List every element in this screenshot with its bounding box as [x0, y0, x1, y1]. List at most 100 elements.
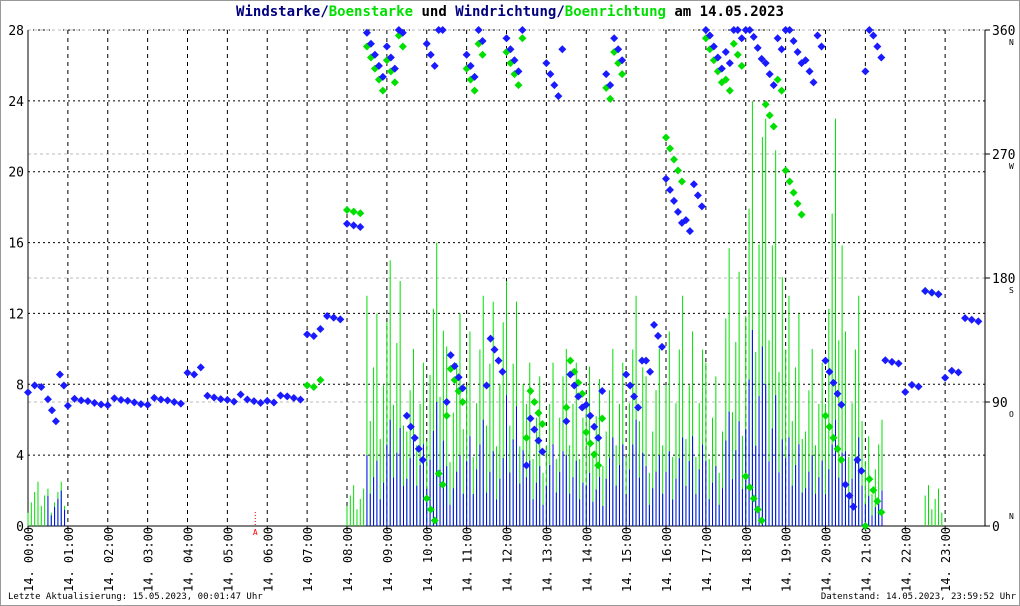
gust-direction-point [761, 100, 770, 109]
wind-direction-point [809, 78, 818, 87]
wind-direction-point [426, 50, 435, 59]
wind-direction-point [861, 67, 870, 76]
y2-tick-label: 0 [992, 520, 1000, 535]
x-tick-label: 14. 11:00 [461, 527, 475, 592]
compass-label: N [1009, 512, 1014, 521]
y2-tick-label: 360 [992, 24, 1015, 39]
gust-direction-point [662, 133, 670, 142]
wind-direction-point [833, 389, 842, 398]
x-tick-label: 14. 00:00 [22, 527, 36, 592]
wind-direction-point [907, 380, 916, 389]
wind-direction-point [934, 290, 943, 299]
x-tick-label: 14. 16:00 [660, 527, 674, 592]
wind-direction-point [610, 34, 619, 43]
y-tick-label: 8 [16, 378, 24, 393]
wind-direction-point [498, 367, 507, 376]
x-tick-label: 14. 15:00 [620, 527, 634, 592]
x-tick-label: 14. 19:00 [780, 527, 794, 592]
wind-direction-point [542, 59, 551, 68]
wind-direction-point [829, 378, 838, 387]
wind-direction-point [765, 70, 774, 79]
wind-direction-point [163, 396, 172, 405]
wind-direction-point [97, 400, 106, 409]
wind-direction-point [51, 417, 60, 426]
wind-direction-point [410, 433, 419, 442]
wind-direction-point [877, 53, 886, 62]
gust-direction-point [522, 433, 531, 442]
wind-direction-point [24, 388, 32, 397]
compass-label: S [1009, 286, 1014, 295]
last-update-text: Letzte Aktualisierung: 15.05.2023, 00:01… [8, 592, 263, 602]
gust-direction-point [873, 497, 882, 506]
wind-direction-point [881, 356, 890, 365]
gust-direction-point [749, 494, 758, 503]
gust-direction-point [478, 50, 487, 59]
wind-direction-point [47, 406, 56, 415]
wind-direction-point [954, 368, 963, 377]
gust-direction-point [737, 61, 746, 70]
wind-direction-point [522, 461, 531, 470]
gust-direction-point [765, 111, 774, 120]
gust-direction-point [673, 166, 682, 175]
wind-direction-point [622, 370, 631, 379]
y2-tick-label: 90 [992, 396, 1008, 411]
gust-direction-point [829, 433, 838, 442]
gust-direction-point [594, 461, 603, 470]
wind-direction-point [921, 286, 930, 295]
gust-direction-point [865, 475, 874, 484]
wind-direction-point [70, 394, 79, 403]
gust-direction-point [729, 39, 738, 48]
gust-direction-point [470, 86, 479, 95]
wind-direction-point [669, 196, 678, 205]
gust-direction-point [442, 411, 451, 420]
x-tick-label: 14. 21:00 [859, 527, 873, 592]
wind-direction-point [502, 34, 511, 43]
wind-direction-point [289, 394, 298, 403]
wind-chart: 04812162024280N90O180S270W360N14. 00:00 1… [8, 24, 1015, 592]
gust-direction-point [398, 42, 407, 51]
wind-direction-point [336, 315, 345, 324]
x-tick-label: 14. 14:00 [580, 527, 594, 592]
wind-direction-point [689, 180, 698, 189]
wind-direction-point [296, 395, 305, 404]
x-tick-label: 14. 13:00 [540, 527, 554, 592]
wind-direction-point [793, 48, 802, 57]
wind-direction-point [737, 34, 746, 43]
gust-direction-point [303, 381, 312, 390]
wind-direction-point [526, 414, 535, 423]
x-tick-label: 14. 05:00 [221, 527, 235, 592]
wind-direction-point [343, 219, 351, 228]
gust-direction-point [789, 188, 798, 197]
wind-direction-point [873, 42, 882, 51]
gust-direction-point [833, 444, 842, 453]
wind-direction-point [590, 422, 599, 431]
gust-direction-point [422, 494, 431, 503]
wind-direction-point [817, 42, 826, 51]
gust-direction-point [753, 505, 762, 514]
wind-direction-point [721, 48, 730, 57]
wind-direction-point [749, 32, 758, 41]
wind-direction-point [150, 393, 159, 402]
wind-direction-point [550, 81, 559, 90]
gust-direction-point [430, 516, 439, 525]
wind-direction-point [303, 330, 312, 339]
x-tick-label: 14. 22:00 [899, 527, 913, 592]
wind-direction-point [494, 356, 503, 365]
y-tick-label: 24 [8, 95, 24, 110]
x-tick-label: 14. 12:00 [501, 527, 515, 592]
wind-direction-point [123, 396, 132, 405]
x-tick-label: 14. 20:00 [820, 527, 834, 592]
compass-label: W [1009, 162, 1014, 171]
wind-direction-point [269, 398, 278, 407]
x-tick-label: 14. 04:00 [182, 527, 196, 592]
wind-direction-point [841, 480, 850, 489]
gust-direction-point [618, 70, 627, 79]
wind-direction-point [558, 45, 567, 54]
gust-direction-point [677, 177, 686, 186]
x-tick-label: 14. 01:00 [62, 527, 76, 592]
x-tick-label: 14. 09:00 [381, 527, 395, 592]
wind-direction-point [853, 455, 862, 464]
wind-direction-point [813, 31, 822, 40]
y-tick-label: 12 [8, 307, 24, 322]
wind-direction-point [821, 356, 830, 365]
